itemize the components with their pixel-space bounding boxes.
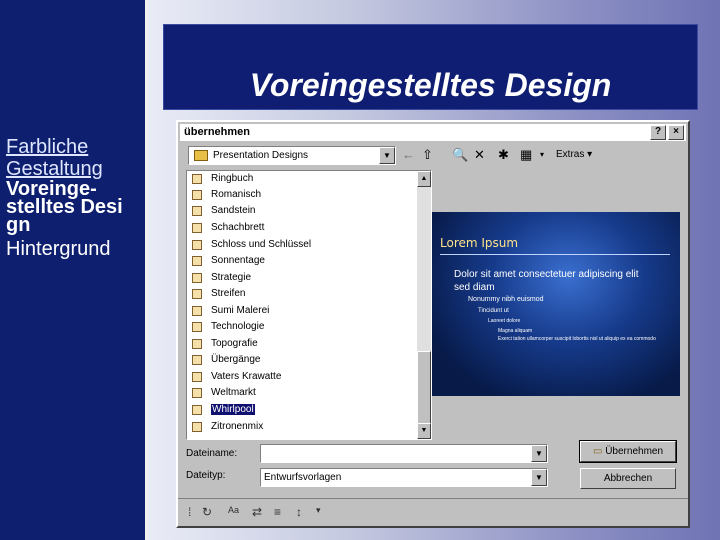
list-item[interactable]: Topografie <box>187 336 417 352</box>
design-file-icon <box>192 405 202 415</box>
look-in-combobox[interactable]: Presentation Designs ▼ <box>188 146 396 165</box>
nav-item-gestaltung[interactable]: Gestaltung <box>6 158 144 180</box>
chevron-down-icon[interactable]: ▼ <box>531 469 547 486</box>
chevron-down-icon[interactable]: ▼ <box>379 147 395 164</box>
design-file-icon <box>192 372 202 382</box>
help-button[interactable]: ? <box>650 125 666 140</box>
new-folder-icon[interactable]: ✱ <box>498 147 509 163</box>
design-file-icon <box>192 206 202 216</box>
list-item[interactable]: Schloss und Schlüssel <box>187 237 417 253</box>
grip-icon: ⁞ <box>188 505 192 519</box>
list-item[interactable]: Sumi Malerei <box>187 303 417 319</box>
list-item[interactable]: Strategie <box>187 270 417 286</box>
list-item[interactable]: Übergänge <box>187 352 417 368</box>
slide-nav: Farbliche Gestaltung Voreinge- stelltes … <box>6 136 144 260</box>
nav-item-hintergrund[interactable]: Hintergrund <box>6 238 144 260</box>
list-item[interactable]: Romanisch <box>187 187 417 203</box>
design-file-icon <box>192 322 202 332</box>
preview-bullet-3: Tincidunt ut <box>478 308 509 314</box>
font-icon[interactable]: Aa <box>228 505 239 515</box>
nav-item-farbliche[interactable]: Farbliche <box>6 136 144 158</box>
scroll-down-icon[interactable]: ▼ <box>417 423 431 439</box>
list-item[interactable]: Vaters Krawatte <box>187 369 417 385</box>
back-icon[interactable]: ← <box>402 147 415 163</box>
folder-up-icon[interactable]: ⇧ <box>422 147 433 163</box>
refresh-icon[interactable]: ↻ <box>202 505 212 519</box>
preview-bullet-4: Laoreet dolore <box>488 318 521 324</box>
replace-icon[interactable]: ⇄ <box>252 505 262 519</box>
list-item[interactable]: Schachbrett <box>187 220 417 236</box>
design-file-icon <box>192 174 202 184</box>
design-file-icon <box>192 240 202 250</box>
align-icon[interactable]: ≡ <box>274 505 281 519</box>
list-item[interactable]: Technologie <box>187 319 417 335</box>
chevron-down-icon[interactable]: ▼ <box>531 445 547 462</box>
list-item-selected[interactable]: Whirlpool <box>187 402 417 418</box>
preview-bullet-1: Dolor sit amet consectetuer adipiscing e… <box>454 269 639 293</box>
scroll-up-icon[interactable]: ▲ <box>417 171 431 187</box>
design-file-icon <box>192 388 202 398</box>
dialog-titlebar: übernehmen ? × <box>180 124 686 141</box>
apply-design-dialog: übernehmen ? × Presentation Designs ▼ ← … <box>176 120 690 528</box>
views-icon[interactable]: ▦ <box>520 147 532 163</box>
extras-menu[interactable]: Extras ▾ <box>556 149 592 160</box>
design-file-icon <box>192 273 202 283</box>
scroll-thumb[interactable] <box>417 351 431 425</box>
slide-title: Voreingestelltes Design <box>249 67 612 103</box>
list-item[interactable]: Ringbuch <box>187 171 417 187</box>
design-file-icon <box>192 339 202 349</box>
filename-label: Dateiname: <box>186 448 238 459</box>
nav-item-design-line3: gn <box>6 214 31 236</box>
filename-field[interactable]: ▼ <box>260 444 548 463</box>
apply-button[interactable]: ▭ Übernehmen <box>579 440 677 463</box>
slide-title-box: Voreingestelltes Design <box>163 24 698 110</box>
design-file-icon <box>192 422 202 432</box>
list-item[interactable]: Sandstein <box>187 203 417 219</box>
design-file-icon <box>192 355 202 365</box>
design-file-list[interactable]: Ringbuch Romanisch Sandstein Schachbrett… <box>186 170 432 440</box>
design-file-icon <box>192 289 202 299</box>
search-web-icon[interactable]: 🔍 <box>452 147 468 163</box>
filetype-label: Dateityp: <box>186 470 226 481</box>
toolbar-dropdown-icon[interactable]: ▾ <box>316 505 321 516</box>
list-item[interactable]: Streifen <box>187 286 417 302</box>
list-scrollbar[interactable]: ▲ ▼ <box>417 171 431 439</box>
filetype-value: Entwurfsvorlagen <box>264 472 342 483</box>
preview-title: Lorem Ipsum <box>440 236 519 250</box>
design-file-icon <box>192 190 202 200</box>
cancel-button[interactable]: Abbrechen <box>580 468 676 489</box>
text-direction-icon[interactable]: ↕ <box>296 505 302 519</box>
delete-icon[interactable]: ✕ <box>474 147 485 163</box>
filetype-select[interactable]: Entwurfsvorlagen ▼ <box>260 468 548 487</box>
design-preview: Lorem Ipsum Dolor sit amet consectetuer … <box>432 212 680 396</box>
preview-bullet-6: Exerci tation ullamcorper suscipit lobor… <box>498 336 656 342</box>
list-item[interactable]: Weltmarkt <box>187 385 417 401</box>
design-file-icon <box>192 256 202 266</box>
look-in-value: Presentation Designs <box>213 150 309 161</box>
dialog-title: übernehmen <box>184 126 251 138</box>
views-dropdown-icon[interactable]: ▾ <box>540 147 544 163</box>
list-item[interactable]: Zitronenmix <box>187 419 417 435</box>
preview-divider <box>440 254 670 255</box>
preview-bullet-5: Magna aliquam <box>498 328 533 334</box>
design-file-icon <box>192 306 202 316</box>
slide-sidebar <box>0 0 145 540</box>
open-folder-icon: ▭ <box>592 446 603 457</box>
close-button[interactable]: × <box>668 125 684 140</box>
design-file-icon <box>192 223 202 233</box>
preview-bullet-2: Nonummy nibh euismod <box>468 296 544 303</box>
list-item[interactable]: Sonnentage <box>187 253 417 269</box>
dialog-bottom-toolbar: ⁞ ↻ Aa ⇄ ≡ ↕ ▾ <box>178 498 688 525</box>
folder-icon <box>194 150 208 161</box>
